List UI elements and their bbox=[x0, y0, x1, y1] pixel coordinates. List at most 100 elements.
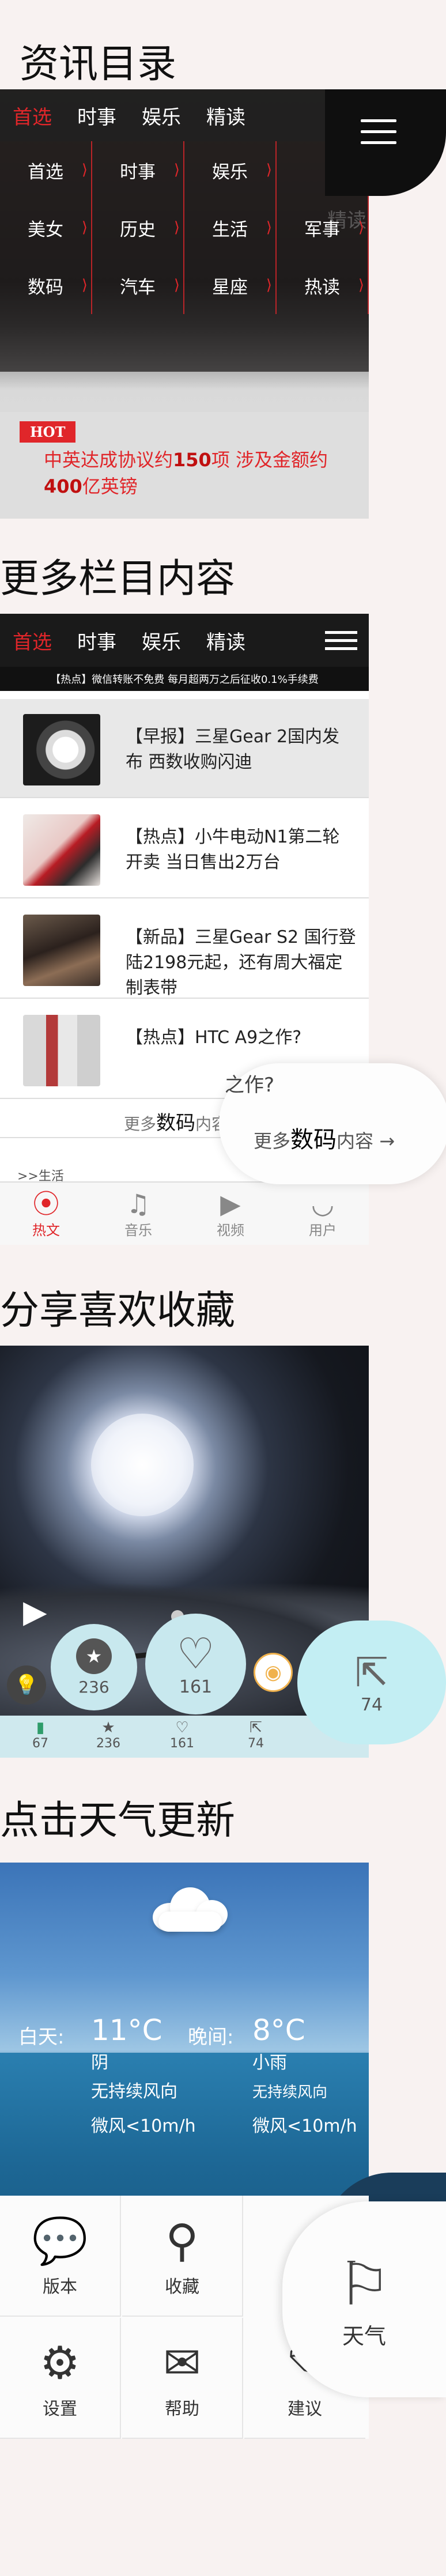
night-label: 晚间: bbox=[188, 2026, 234, 2049]
flag-icon: ⚐ bbox=[337, 2248, 391, 2319]
weather-button[interactable]: ⚐ 天气 bbox=[282, 2201, 446, 2397]
tab-bar: 首选 时事 娱乐 精读 bbox=[0, 89, 369, 141]
more-bubble[interactable]: 之作? 更多数码内容 → bbox=[219, 1063, 446, 1184]
bottom-tab-hot[interactable]: ⦿ 热文 bbox=[0, 1183, 92, 1245]
strip-count: ★ 236 bbox=[91, 1719, 126, 1751]
category-horoscope[interactable]: 星座 bbox=[184, 256, 277, 314]
like-count: 161 bbox=[179, 1677, 213, 1697]
night-condition: 小雨 bbox=[252, 2053, 287, 2073]
bottom-tab-label: 视频 bbox=[217, 1222, 244, 1238]
night-wind-speed: 微风<10m/h bbox=[252, 2116, 357, 2136]
heart-icon: ♡ bbox=[175, 1719, 189, 1736]
hot-badge: HOT bbox=[20, 421, 76, 443]
bottom-tab-video[interactable]: ▶ 视频 bbox=[184, 1183, 277, 1245]
news-item[interactable]: 【热点】小牛电动N1第二轮开卖 当日售出2万台 bbox=[0, 799, 369, 898]
play-icon[interactable]: ▶ bbox=[23, 1593, 47, 1630]
menu-version[interactable]: 💬 版本 bbox=[0, 2196, 121, 2317]
coin-icon[interactable]: ◉ bbox=[254, 1653, 293, 1692]
news-title: 【新品】三星Gear S2 国行登陆2198元起，还有周大福定制表带 bbox=[126, 927, 356, 998]
favorite-button[interactable]: ★ 236 bbox=[51, 1624, 137, 1710]
news-card[interactable]: HOT 中英达成协议约150项 涉及金额约 400亿英镑 bbox=[0, 412, 369, 519]
day-wind-speed: 微风<10m/h bbox=[91, 2116, 196, 2136]
section-title-share: 分享喜欢收藏 bbox=[0, 1288, 236, 1334]
category-beauty[interactable]: 美女 bbox=[0, 199, 92, 256]
tab-featured[interactable]: 首选 bbox=[0, 614, 65, 666]
more-category: 数码 bbox=[156, 1112, 196, 1135]
tab-bar: 首选 时事 娱乐 精读 bbox=[0, 614, 369, 667]
category-military[interactable]: 军事 bbox=[277, 199, 369, 256]
star-icon: ★ bbox=[76, 1638, 112, 1674]
news-title: 【热点】小牛电动N1第二轮开卖 当日售出2万台 bbox=[126, 827, 340, 872]
bottom-tab-music[interactable]: ♫ 音乐 bbox=[92, 1183, 184, 1245]
more-category: 数码 bbox=[290, 1127, 337, 1153]
bulb-icon[interactable]: 💡 bbox=[7, 1665, 46, 1705]
bottom-tab-label: 热文 bbox=[32, 1222, 60, 1238]
strip-count-value: 161 bbox=[170, 1736, 194, 1751]
headline-number: 150 bbox=[173, 449, 211, 471]
menu-favorites[interactable]: ⚲ 收藏 bbox=[122, 2196, 243, 2317]
category-featured[interactable]: 首选 bbox=[0, 141, 92, 199]
news-thumbnail bbox=[23, 1015, 100, 1086]
news-item[interactable]: 【新品】三星Gear S2 国行登陆2198元起，还有周大福定制表带 bbox=[0, 900, 369, 999]
hamburger-icon bbox=[361, 119, 396, 152]
bottom-tab-bar: ⦿ 热文 ♫ 音乐 ▶ 视频 ◡ 用户 bbox=[0, 1181, 369, 1245]
arrow-right-icon: → bbox=[379, 1130, 395, 1152]
heart-icon: ♡ bbox=[176, 1629, 215, 1679]
more-suffix: 内容 bbox=[337, 1130, 374, 1152]
strip-count-value: 74 bbox=[248, 1736, 264, 1751]
news-title: 【热点】HTC A9之作? bbox=[126, 1028, 302, 1048]
hamburger-icon[interactable] bbox=[313, 614, 369, 667]
tab-reading[interactable]: 精读 bbox=[194, 89, 258, 141]
menu-button[interactable] bbox=[325, 89, 446, 196]
catalog-screen: 精读 首选 时事 娱乐 精读 首选 时事 娱乐 美女 历史 生活 军事 数码 汽… bbox=[0, 89, 369, 519]
menu-help[interactable]: ✉ 帮助 bbox=[122, 2318, 243, 2439]
tab-reading[interactable]: 精读 bbox=[194, 614, 258, 666]
music-icon: ♫ bbox=[126, 1188, 150, 1219]
more-prefix: 更多 bbox=[124, 1115, 157, 1134]
day-wind-direction: 无持续风向 bbox=[91, 2082, 177, 2102]
menu-label: 建议 bbox=[288, 2399, 322, 2419]
category-history[interactable]: 历史 bbox=[92, 199, 184, 256]
news-headline: 中英达成协议约150项 涉及金额约 400亿英镑 bbox=[44, 447, 355, 500]
section-title-more: 更多栏目内容 bbox=[0, 556, 236, 602]
category-entertainment[interactable]: 娱乐 bbox=[184, 141, 277, 199]
bottom-tab-label: 用户 bbox=[309, 1222, 337, 1238]
strip-count: ♡ 161 bbox=[165, 1719, 199, 1751]
category-digital[interactable]: 数码 bbox=[0, 256, 92, 314]
tab-entertainment[interactable]: 娱乐 bbox=[129, 614, 194, 666]
day-condition: 阴 bbox=[91, 2053, 108, 2073]
menu-label: 版本 bbox=[43, 2277, 77, 2297]
news-item[interactable]: 【早报】三星Gear 2国内发布 西数收购闪迪 bbox=[0, 699, 369, 798]
strip-count: ▮ 67 bbox=[23, 1719, 58, 1751]
video-icon: ▶ bbox=[220, 1188, 241, 1219]
share-button[interactable]: ⇱ 74 bbox=[297, 1621, 446, 1744]
gear-icon: ⚙ bbox=[40, 2337, 80, 2389]
cloud-weather-icon[interactable] bbox=[141, 1883, 228, 1935]
favorite-count: 236 bbox=[78, 1677, 109, 1697]
headline-part: 亿英镑 bbox=[82, 475, 138, 497]
strip-count-value: 236 bbox=[96, 1736, 120, 1751]
more-prefix: 更多 bbox=[254, 1130, 291, 1152]
tag-icon: ▮ bbox=[36, 1719, 45, 1736]
tab-featured[interactable]: 首选 bbox=[0, 89, 65, 141]
tab-news[interactable]: 时事 bbox=[65, 614, 129, 666]
star-icon: ★ bbox=[101, 1719, 115, 1736]
menu-label: 收藏 bbox=[165, 2277, 199, 2297]
rss-icon: ⦿ bbox=[33, 1188, 59, 1219]
menu-label: 帮助 bbox=[165, 2399, 199, 2419]
category-hot[interactable]: 热读 bbox=[277, 256, 369, 314]
moon-image bbox=[91, 1414, 194, 1516]
bottom-tab-user[interactable]: ◡ 用户 bbox=[277, 1183, 369, 1245]
strip-count-value: 67 bbox=[32, 1736, 48, 1751]
bubble-preview-text: 之作? bbox=[225, 1074, 275, 1097]
news-title: 【早报】三星Gear 2国内发布 西数收购闪迪 bbox=[126, 727, 340, 772]
tab-entertainment[interactable]: 娱乐 bbox=[129, 89, 194, 141]
tab-news[interactable]: 时事 bbox=[65, 89, 129, 141]
like-button[interactable]: ♡ 161 bbox=[145, 1614, 246, 1714]
category-life[interactable]: 生活 bbox=[184, 199, 277, 256]
news-ticker[interactable]: 【热点】微信转账不免费 每月超两万之后征收0.1%手续费 bbox=[0, 667, 369, 691]
headline-number: 400 bbox=[44, 475, 82, 497]
category-news[interactable]: 时事 bbox=[92, 141, 184, 199]
menu-settings[interactable]: ⚙ 设置 bbox=[0, 2318, 121, 2439]
category-auto[interactable]: 汽车 bbox=[92, 256, 184, 314]
